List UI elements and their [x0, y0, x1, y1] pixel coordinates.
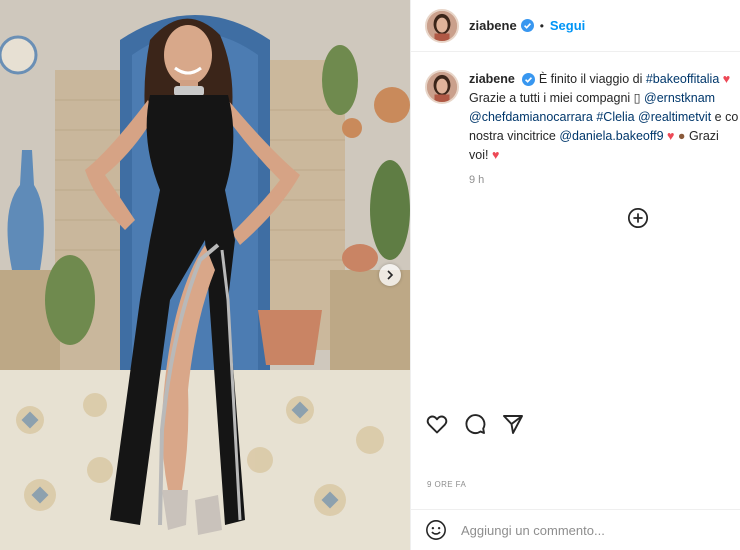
plus-circle-icon[interactable]: [627, 207, 649, 229]
caption-text: ziabene È finito il viaggio di #bakeoffi…: [469, 70, 740, 165]
comment-input[interactable]: [461, 522, 701, 538]
caption-line5: voi!: [469, 148, 492, 162]
caption-avatar[interactable]: [425, 70, 459, 104]
mention-chefdamianocarrara[interactable]: @chefdamianocarrara: [469, 110, 593, 124]
post-header: ziabene • Segui: [411, 0, 740, 52]
avatar[interactable]: [425, 8, 459, 43]
caption-username[interactable]: ziabene: [469, 72, 515, 86]
verified-badge-icon: [522, 73, 536, 87]
caption-line2: Grazie a tutti i miei compagni: [469, 91, 634, 105]
clipboard-emoji-icon: ▯: [633, 91, 641, 105]
comment-icon[interactable]: [463, 412, 487, 436]
instagram-post: ziabene • Segui ziabene È finito il viag…: [0, 0, 740, 550]
mention-daniela-bakeoff9[interactable]: @daniela.bakeoff9: [559, 129, 663, 143]
post-photo[interactable]: [0, 0, 410, 550]
caption-timestamp: 9 h: [469, 174, 485, 186]
header-username[interactable]: ziabene: [469, 18, 517, 33]
heart-icon[interactable]: [425, 412, 449, 436]
hashtag-clelia[interactable]: #Clelia: [596, 110, 634, 124]
heart-emoji-icon: ♥: [722, 72, 731, 86]
photo-scene: [0, 0, 410, 550]
caption-line4-suffix: Grazi: [685, 129, 719, 143]
post-side-panel: ziabene • Segui ziabene È finito il viag…: [410, 0, 740, 550]
post-caption: ziabene È finito il viaggio di #bakeoffi…: [425, 70, 740, 165]
send-icon[interactable]: [501, 412, 525, 436]
follow-button[interactable]: Segui: [550, 18, 585, 33]
caption-line4: nostra vincitrice: [469, 129, 560, 143]
heart-emoji-icon: ♥: [667, 129, 675, 143]
hashtag-bakeoffitalia[interactable]: #bakeoffitalia: [646, 72, 719, 86]
caption-line3-suffix: e co: [711, 110, 739, 124]
mention-realtimetvit[interactable]: @realtimetvit: [638, 110, 711, 124]
avatar-image: [427, 72, 457, 102]
smiley-icon[interactable]: [425, 519, 447, 541]
post-date: 9 ORE FA: [427, 480, 467, 489]
heart-emoji-icon: ♥: [491, 148, 500, 162]
mention-ernstknam[interactable]: @ernstknam: [644, 91, 715, 105]
caption-line1: È finito il viaggio di: [538, 72, 646, 86]
separator-dot: •: [539, 18, 544, 33]
chevron-right-icon: [387, 270, 394, 280]
action-bar: [425, 412, 525, 436]
verified-badge-icon: [520, 19, 534, 32]
avatar-image: [427, 10, 457, 41]
comment-bar: [411, 509, 740, 550]
next-photo-button[interactable]: [379, 264, 401, 286]
